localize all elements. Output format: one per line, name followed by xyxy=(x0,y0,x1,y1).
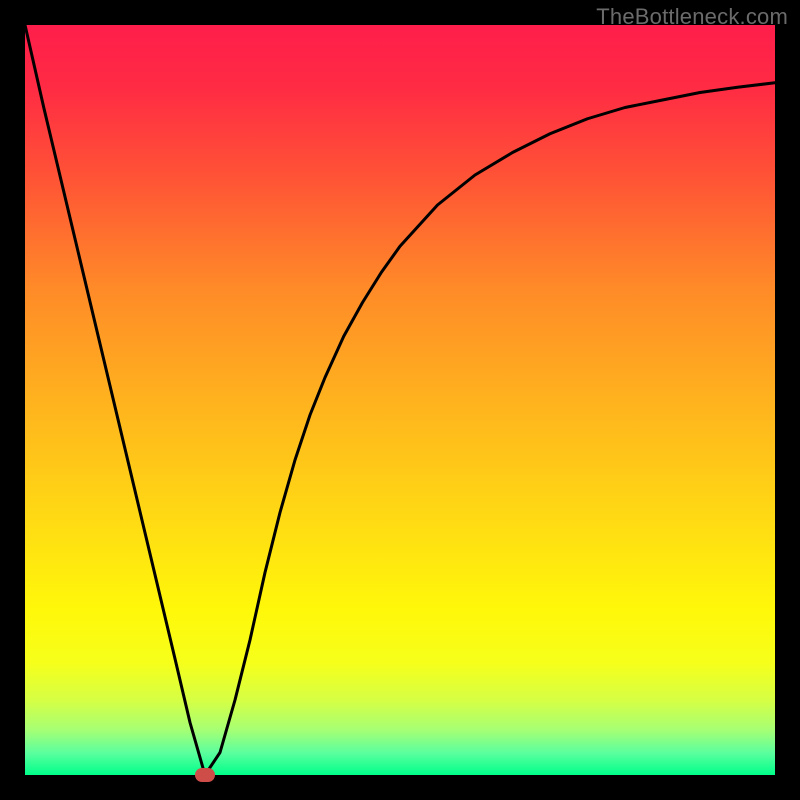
optimal-point-marker xyxy=(195,768,215,782)
bottleneck-chart xyxy=(25,25,775,775)
gradient-background xyxy=(25,25,775,775)
attribution-text: TheBottleneck.com xyxy=(596,4,788,30)
